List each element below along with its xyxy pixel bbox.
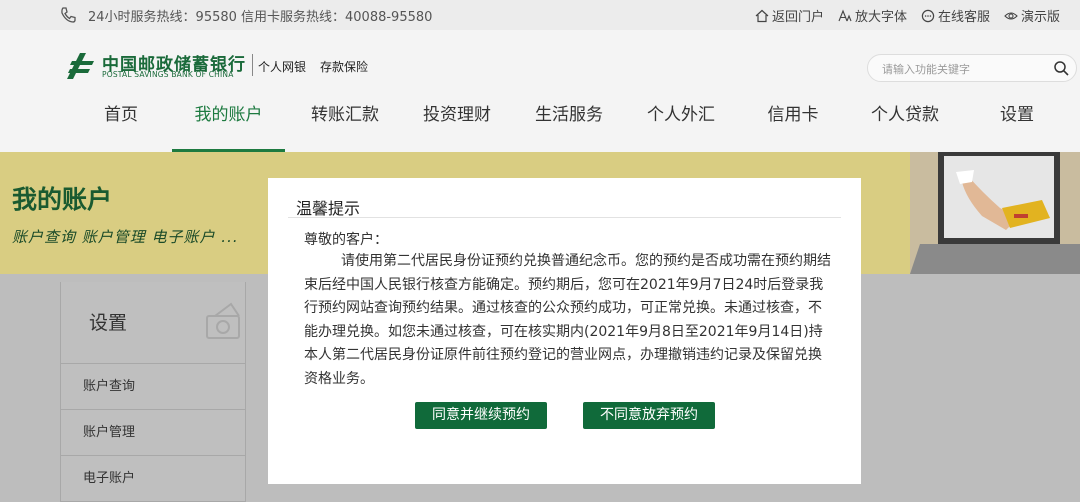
sidebar-heading: 设置 bbox=[89, 312, 128, 334]
dialog-body: 请使用第二代居民身份证预约兑换普通纪念币。您的预约是否成功需在预约期结束后经中国… bbox=[304, 253, 831, 387]
dialog-divider bbox=[288, 217, 841, 218]
nav-personal-loan[interactable]: 个人贷款 bbox=[863, 102, 947, 152]
nav-transfer[interactable]: 转账汇款 bbox=[303, 102, 387, 152]
wallet-icon bbox=[206, 302, 240, 339]
nav-foreign-exchange[interactable]: 个人外汇 bbox=[639, 102, 723, 152]
credit-card-hotline: 信用卡服务热线：40088-95580 bbox=[241, 10, 433, 25]
nav-my-account[interactable]: 我的账户 bbox=[172, 102, 285, 152]
decline-cancel-button[interactable]: 不同意放弃预约 bbox=[583, 402, 715, 429]
dialog-greeting: 尊敬的客户： bbox=[304, 232, 388, 248]
sidebar-item-account-management[interactable]: 账户管理 bbox=[61, 410, 245, 456]
laptop-card-illustration bbox=[910, 152, 1080, 274]
return-portal-link[interactable]: 返回门户 bbox=[755, 6, 824, 25]
phone-icon bbox=[61, 7, 76, 23]
channel-label: 个人网银 bbox=[258, 60, 307, 74]
banner-subtitle: 账户查询 账户管理 电子账户 ... bbox=[12, 228, 239, 246]
search-box bbox=[867, 54, 1077, 82]
online-service-label: 在线客服 bbox=[937, 10, 990, 25]
bank-name-en: POSTAL SAVINGS BANK OF CHINA bbox=[102, 70, 234, 79]
demo-version-link[interactable]: 演示版 bbox=[1004, 6, 1060, 25]
header: 中国邮政储蓄银行 POSTAL SAVINGS BANK OF CHINA 个人… bbox=[0, 30, 1080, 152]
main-nav: 首页 我的账户 转账汇款 投资理财 生活服务 个人外汇 信用卡 个人贷款 设置 bbox=[0, 102, 1080, 152]
nav-credit-card[interactable]: 信用卡 bbox=[760, 102, 826, 152]
return-portal-label: 返回门户 bbox=[771, 10, 824, 25]
nav-life-services[interactable]: 生活服务 bbox=[527, 102, 611, 152]
sidebar-item-electronic-account[interactable]: 电子账户 bbox=[61, 456, 245, 502]
eye-icon bbox=[1004, 11, 1018, 20]
enlarge-font-link[interactable]: 放大字体 bbox=[838, 6, 907, 25]
agree-continue-button[interactable]: 同意并继续预约 bbox=[415, 402, 547, 429]
deposit-insurance-link[interactable]: 存款保险 bbox=[320, 58, 368, 75]
chat-icon bbox=[921, 9, 935, 22]
top-bar: 24小时服务热线：95580 信用卡服务热线：40088-95580 返回门户 … bbox=[0, 0, 1080, 30]
search-input[interactable] bbox=[882, 60, 1042, 78]
top-links: 返回门户 放大字体 在线客服 演示版 bbox=[755, 6, 1060, 25]
nav-settings[interactable]: 设置 bbox=[994, 102, 1040, 152]
font-size-icon bbox=[838, 9, 852, 21]
dialog-title: 温馨提示 bbox=[296, 199, 361, 218]
sidebar: 设置 账户查询 账户管理 电子账户 bbox=[60, 282, 246, 502]
logo-icon bbox=[67, 53, 94, 79]
notice-dialog: 温馨提示 尊敬的客户： 请使用第二代居民身份证预约兑换普通纪念币。您的预约是否成… bbox=[268, 178, 861, 484]
nav-investment[interactable]: 投资理财 bbox=[415, 102, 499, 152]
banner-title: 我的账户 bbox=[12, 185, 113, 214]
nav-home[interactable]: 首页 bbox=[96, 102, 146, 152]
sidebar-item-account-query[interactable]: 账户查询 bbox=[61, 364, 245, 410]
home-icon bbox=[755, 9, 769, 22]
search-icon[interactable] bbox=[1053, 60, 1070, 77]
sidebar-header: 设置 bbox=[61, 282, 245, 364]
online-service-link[interactable]: 在线客服 bbox=[921, 6, 990, 25]
logo-divider bbox=[252, 54, 253, 76]
service-hotline: 24小时服务热线：95580 bbox=[88, 10, 237, 25]
enlarge-font-label: 放大字体 bbox=[854, 10, 907, 25]
demo-version-label: 演示版 bbox=[1020, 10, 1060, 25]
